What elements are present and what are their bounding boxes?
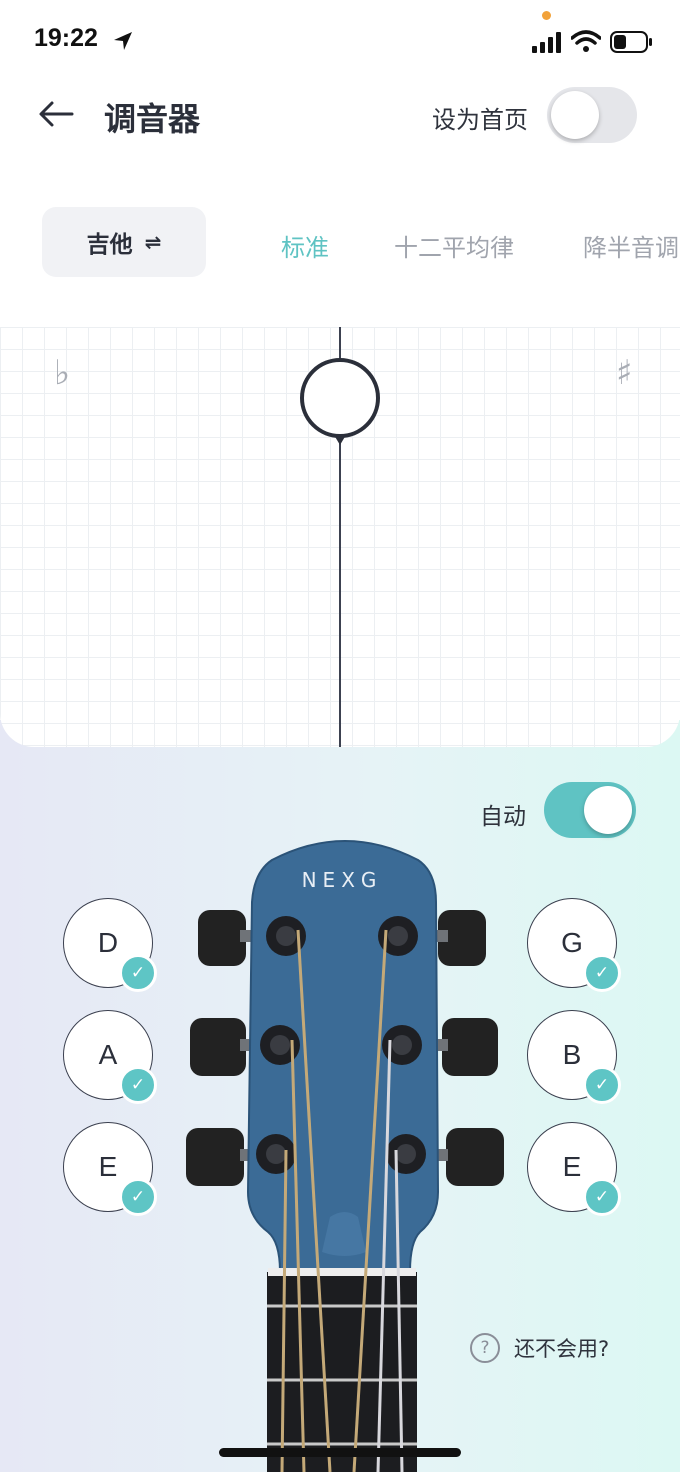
page-title: 调音器: [104, 100, 201, 138]
string-note: A: [98, 1039, 118, 1070]
instrument-selector-button[interactable]: 吉他 ⇌: [42, 207, 206, 277]
string-note: E: [562, 1151, 582, 1182]
home-indicator: [219, 1448, 461, 1457]
set-home-label: 设为首页: [432, 106, 528, 134]
cellular-signal-icon: [532, 32, 561, 53]
toggle-knob: [551, 91, 599, 139]
wifi-icon: [571, 30, 601, 52]
tab-equal-temperament[interactable]: 十二平均律: [394, 228, 514, 263]
help-icon: ?: [470, 1333, 500, 1363]
guitar-headstock: NEXG: [186, 840, 504, 1472]
swap-icon: ⇌: [144, 230, 162, 254]
battery-icon: [610, 31, 652, 53]
back-arrow-icon[interactable]: [38, 100, 74, 128]
tuned-check-icon: ✓: [119, 954, 157, 992]
tuned-check-icon: ✓: [119, 1178, 157, 1216]
tuner-display: ♭ ♯: [0, 327, 680, 747]
svg-text:NEXG: NEXG: [302, 868, 383, 892]
tuned-check-icon: ✓: [583, 1178, 621, 1216]
tuned-check-icon: ✓: [583, 1066, 621, 1104]
instrument-label: 吉他: [86, 232, 133, 258]
string-note: E: [98, 1151, 118, 1182]
string-note: B: [562, 1039, 582, 1070]
string-note: G: [561, 927, 583, 958]
location-arrow-icon: [114, 32, 132, 50]
auto-label: 自动: [480, 804, 526, 830]
flat-symbol: ♭: [54, 353, 71, 393]
tuned-check-icon: ✓: [583, 954, 621, 992]
status-bar: 19:22: [0, 0, 680, 70]
recording-dot: [542, 11, 551, 20]
help-link[interactable]: ? 还不会用?: [470, 1333, 609, 1363]
sharp-symbol: ♯: [616, 353, 633, 393]
tab-standard[interactable]: 标准: [281, 228, 329, 263]
pitch-indicator: [300, 358, 380, 445]
string-note: D: [97, 927, 119, 958]
set-home-toggle[interactable]: [547, 87, 637, 143]
tuned-check-icon: ✓: [119, 1066, 157, 1104]
toggle-knob: [584, 786, 632, 834]
tab-half-step-down[interactable]: 降半音调: [583, 228, 679, 263]
help-label: 还不会用?: [514, 1337, 610, 1361]
auto-toggle[interactable]: [544, 782, 636, 838]
status-time: 19:22: [34, 24, 98, 52]
